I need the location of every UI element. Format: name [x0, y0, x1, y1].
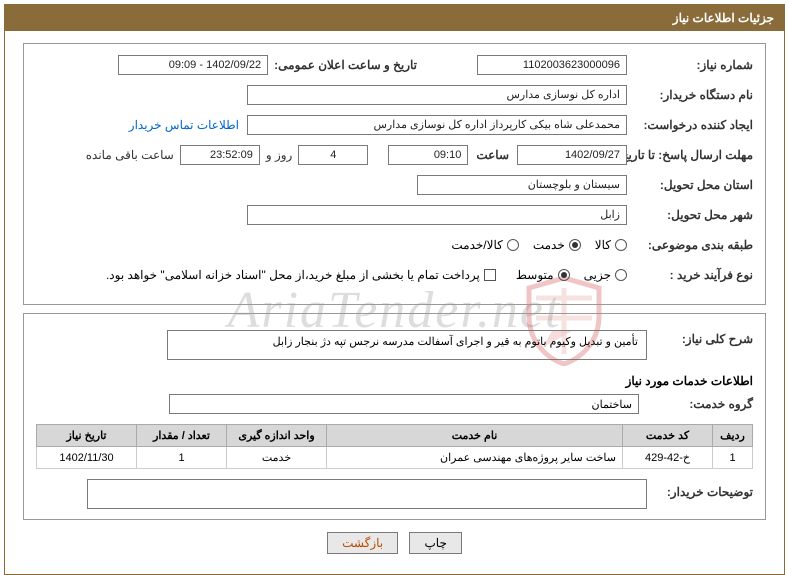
th-code: کد خدمت	[623, 425, 713, 447]
payment-note-wrapper: پرداخت تمام یا بخشی از مبلغ خرید،از محل …	[106, 268, 496, 282]
days-word: روز و	[266, 148, 293, 162]
cell-code: خ-42-429	[623, 447, 713, 469]
buyer-org-label: نام دستگاه خریدار:	[633, 88, 753, 102]
process-radio-group: جزیی متوسط	[516, 268, 627, 282]
buyer-comment-label: توضیحات خریدار:	[653, 485, 753, 499]
deadline-time-field: 09:10	[388, 145, 468, 165]
th-row: ردیف	[713, 425, 753, 447]
table-row: 1 خ-42-429 ساخت سایر پروژه‌های مهندسی عم…	[37, 447, 753, 469]
province-label: استان محل تحویل:	[633, 178, 753, 192]
deadline-label: مهلت ارسال پاسخ: تا تاریخ:	[633, 149, 753, 161]
city-label: شهر محل تحویل:	[633, 208, 753, 222]
remaining-label: ساعت باقی مانده	[86, 148, 174, 162]
hms-remaining-field: 23:52:09	[180, 145, 260, 165]
service-group-select[interactable]: ساختمان	[169, 394, 639, 414]
radio-medium[interactable]: متوسط	[516, 268, 570, 282]
requester-label: ایجاد کننده درخواست:	[633, 118, 753, 132]
cell-name: ساخت سایر پروژه‌های مهندسی عمران	[327, 447, 623, 469]
back-button[interactable]: بازگشت	[327, 532, 398, 554]
radio-service[interactable]: خدمت	[533, 238, 581, 252]
service-group-label: گروه خدمت:	[653, 397, 753, 411]
info-panel: شماره نیاز: 1102003623000096 تاریخ و ساع…	[23, 43, 766, 305]
subject-radio-group: کالا خدمت کالا/خدمت	[451, 238, 627, 252]
cell-row: 1	[713, 447, 753, 469]
days-remaining-field: 4	[298, 145, 368, 165]
payment-note: پرداخت تمام یا بخشی از مبلغ خرید،از محل …	[106, 268, 480, 282]
th-qty: تعداد / مقدار	[137, 425, 227, 447]
contact-link[interactable]: اطلاعات تماس خریدار	[129, 118, 239, 132]
button-row: چاپ بازگشت	[23, 532, 766, 554]
need-number-label: شماره نیاز:	[633, 58, 753, 72]
radio-both-label: کالا/خدمت	[451, 238, 502, 252]
time-label: ساعت	[476, 148, 509, 162]
service-info-title: اطلاعات خدمات مورد نیاز	[36, 374, 753, 388]
city-field: زابل	[247, 205, 627, 225]
general-desc-box: تأمین و تبدیل وکیوم باتوم به قیر و اجرای…	[167, 330, 647, 360]
deadline-label-line1: مهلت ارسال پاسخ:	[658, 148, 753, 162]
print-button[interactable]: چاپ	[409, 532, 461, 554]
deadline-date-field: 1402/09/27	[517, 145, 627, 165]
radio-partial[interactable]: جزیی	[584, 268, 627, 282]
subject-class-label: طبقه بندی موضوعی:	[633, 238, 753, 252]
th-name: نام خدمت	[327, 425, 623, 447]
radio-goods-label: کالا	[595, 238, 611, 252]
detail-panel: شرح کلی نیاز: تأمین و تبدیل وکیوم باتوم …	[23, 313, 766, 520]
th-unit: واحد اندازه گیری	[227, 425, 327, 447]
radio-goods[interactable]: کالا	[595, 238, 627, 252]
general-desc-label: شرح کلی نیاز:	[653, 332, 753, 346]
radio-service-label: خدمت	[533, 238, 565, 252]
radio-partial-label: جزیی	[584, 268, 611, 282]
radio-medium-label: متوسط	[516, 268, 554, 282]
announce-label: تاریخ و ساعت اعلان عمومی:	[274, 58, 417, 72]
table-header-row: ردیف کد خدمت نام خدمت واحد اندازه گیری ت…	[37, 425, 753, 447]
need-number-field: 1102003623000096	[477, 55, 627, 75]
process-label: نوع فرآیند خرید :	[633, 268, 753, 282]
page-title: جزئیات اطلاعات نیاز	[5, 5, 784, 31]
service-table: ردیف کد خدمت نام خدمت واحد اندازه گیری ت…	[36, 424, 753, 469]
payment-checkbox[interactable]	[484, 269, 496, 281]
buyer-org-field: اداره کل نوسازی مدارس	[247, 85, 627, 105]
announce-field: 1402/09/22 - 09:09	[118, 55, 268, 75]
cell-qty: 1	[137, 447, 227, 469]
requester-field: محمدعلی شاه بیکی کارپرداز اداره کل نوساز…	[247, 115, 627, 135]
buyer-comment-box	[87, 479, 647, 509]
cell-unit: خدمت	[227, 447, 327, 469]
th-date: تاریخ نیاز	[37, 425, 137, 447]
cell-date: 1402/11/30	[37, 447, 137, 469]
radio-both[interactable]: کالا/خدمت	[451, 238, 518, 252]
province-field: سیستان و بلوچستان	[417, 175, 627, 195]
